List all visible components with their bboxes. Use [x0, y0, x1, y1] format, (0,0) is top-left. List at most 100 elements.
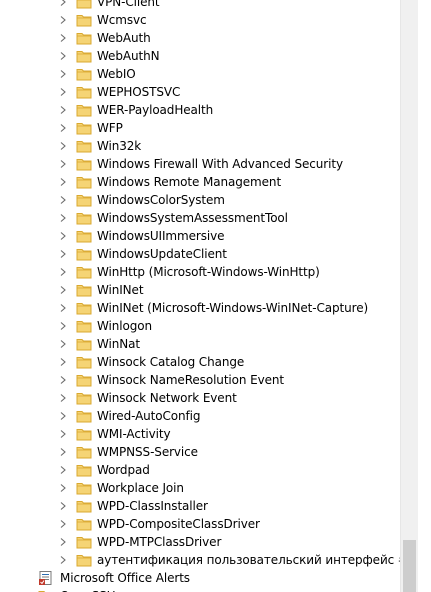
chevron-right-icon[interactable]	[59, 65, 69, 83]
chevron-right-icon[interactable]	[59, 335, 69, 353]
chevron-right-icon[interactable]	[59, 173, 69, 191]
tree-item[interactable]: Winlogon	[0, 317, 400, 335]
chevron-right-icon[interactable]	[59, 281, 69, 299]
chevron-right-icon[interactable]	[59, 11, 69, 29]
tree-item[interactable]: WinHttp (Microsoft-Windows-WinHttp)	[0, 263, 400, 281]
folder-icon	[76, 174, 92, 190]
folder-icon	[76, 336, 92, 352]
folder-icon	[76, 552, 92, 568]
tree-item-label: Windows Remote Management	[97, 175, 282, 189]
chevron-right-icon[interactable]	[59, 551, 69, 569]
chevron-right-icon[interactable]	[59, 29, 69, 47]
chevron-right-icon[interactable]	[59, 299, 69, 317]
tree-item[interactable]: WindowsUpdateClient	[0, 245, 400, 263]
tree-item[interactable]: WindowsUIImmersive	[0, 227, 400, 245]
chevron-right-icon[interactable]	[59, 83, 69, 101]
chevron-right-icon[interactable]	[59, 119, 69, 137]
chevron-right-icon[interactable]	[59, 515, 69, 533]
tree-item[interactable]: Wcmsvc	[0, 11, 400, 29]
folder-icon	[76, 354, 92, 370]
chevron-right-icon[interactable]	[59, 263, 69, 281]
tree-item[interactable]: Winsock Catalog Change	[0, 353, 400, 371]
tree-item[interactable]: WindowsSystemAssessmentTool	[0, 209, 400, 227]
tree-item[interactable]: Windows Remote Management	[0, 173, 400, 191]
tree-item[interactable]: Windows Firewall With Advanced Security	[0, 155, 400, 173]
tree-item[interactable]: WMPNSS-Service	[0, 443, 400, 461]
chevron-right-icon[interactable]	[59, 443, 69, 461]
tree-item[interactable]: WPD-ClassInstaller	[0, 497, 400, 515]
chevron-right-icon[interactable]	[59, 533, 69, 551]
tree-item[interactable]: WinINet	[0, 281, 400, 299]
chevron-right-icon[interactable]	[59, 137, 69, 155]
tree-item-top-level[interactable]: Microsoft Office Alerts	[0, 569, 400, 587]
tree-item[interactable]: Wordpad	[0, 461, 400, 479]
folder-icon	[76, 120, 92, 136]
chevron-right-icon[interactable]	[22, 587, 32, 592]
folder-icon	[76, 228, 92, 244]
folder-icon	[76, 0, 92, 10]
chevron-right-icon[interactable]	[59, 0, 69, 11]
tree-item-label: Winsock NameResolution Event	[97, 373, 284, 387]
chevron-right-icon[interactable]	[59, 389, 69, 407]
folder-icon	[76, 156, 92, 172]
chevron-right-icon[interactable]	[59, 47, 69, 65]
tree-item[interactable]: WinINet (Microsoft-Windows-WinINet-Captu…	[0, 299, 400, 317]
tree-item-label: WinNat	[97, 337, 140, 351]
tree-item[interactable]: WPD-CompositeClassDriver	[0, 515, 400, 533]
folder-icon	[76, 192, 92, 208]
tree-item[interactable]: Win32k	[0, 137, 400, 155]
tree-item[interactable]: VPN-Client	[0, 0, 400, 11]
tree-item-label: WebAuth	[97, 31, 151, 45]
folder-icon	[76, 84, 92, 100]
chevron-right-icon[interactable]	[59, 317, 69, 335]
tree-item[interactable]: WinNat	[0, 335, 400, 353]
vertical-scrollbar[interactable]	[400, 0, 418, 592]
chevron-right-icon[interactable]	[59, 155, 69, 173]
tree-item-label: Windows Firewall With Advanced Security	[97, 157, 343, 171]
tree-item-top-level[interactable]: OpenSSH	[0, 587, 400, 592]
chevron-right-icon[interactable]	[59, 371, 69, 389]
tree-item-label: VPN-Client	[97, 0, 160, 9]
chevron-right-icon[interactable]	[59, 479, 69, 497]
tree-item[interactable]: WebIO	[0, 65, 400, 83]
chevron-right-icon[interactable]	[59, 191, 69, 209]
tree-item[interactable]: Workplace Join	[0, 479, 400, 497]
tree-item[interactable]: WebAuthN	[0, 47, 400, 65]
chevron-right-icon[interactable]	[59, 497, 69, 515]
chevron-right-icon[interactable]	[59, 245, 69, 263]
folder-icon	[76, 516, 92, 532]
tree-item[interactable]: WMI-Activity	[0, 425, 400, 443]
tree-item[interactable]: Winsock NameResolution Event	[0, 371, 400, 389]
folder-icon	[76, 462, 92, 478]
chevron-right-icon[interactable]	[59, 353, 69, 371]
chevron-right-icon[interactable]	[59, 425, 69, 443]
tree-item[interactable]: WER-PayloadHealth	[0, 101, 400, 119]
tree-item-label: Winsock Catalog Change	[97, 355, 245, 369]
tree-item[interactable]: WFP	[0, 119, 400, 137]
chevron-right-icon[interactable]	[59, 407, 69, 425]
chevron-right-icon[interactable]	[59, 101, 69, 119]
tree-item[interactable]: WEPHOSTSVC	[0, 83, 400, 101]
folder-icon	[76, 372, 92, 388]
tree-item-label: Wordpad	[97, 463, 150, 477]
tree-item-label: WindowsSystemAssessmentTool	[97, 211, 288, 225]
tree-item[interactable]: WebAuth	[0, 29, 400, 47]
tree-item[interactable]: Wired-AutoConfig	[0, 407, 400, 425]
tree-item-label: WMPNSS-Service	[97, 445, 198, 459]
tree-item-label: Wcmsvc	[97, 13, 147, 27]
scrollbar-thumb[interactable]	[403, 540, 416, 592]
tree-item-label: WindowsUIImmersive	[97, 229, 225, 243]
tree-item-label: WPD-MTPClassDriver	[97, 535, 222, 549]
folder-icon	[76, 138, 92, 154]
tree-item[interactable]: WindowsColorSystem	[0, 191, 400, 209]
tree-item[interactable]: аутентификация пользовательский интерфей…	[0, 551, 400, 569]
folder-icon	[76, 426, 92, 442]
tree-item[interactable]: WPD-MTPClassDriver	[0, 533, 400, 551]
chevron-right-icon[interactable]	[59, 209, 69, 227]
folder-icon	[76, 282, 92, 298]
folder-icon	[76, 318, 92, 334]
chevron-right-icon[interactable]	[59, 227, 69, 245]
chevron-right-icon[interactable]	[59, 461, 69, 479]
tree-item[interactable]: Winsock Network Event	[0, 389, 400, 407]
tree-item-label: WebAuthN	[97, 49, 160, 63]
